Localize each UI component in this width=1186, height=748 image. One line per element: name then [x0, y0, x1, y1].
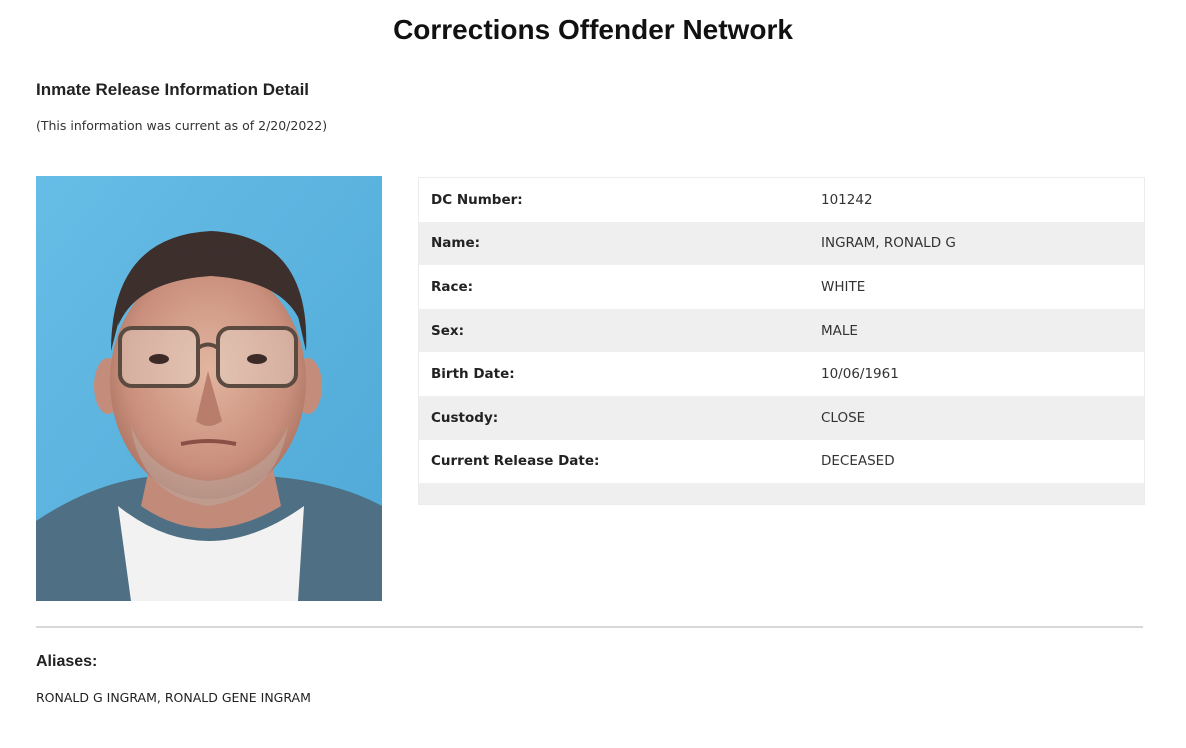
- detail-value: 101242: [821, 191, 873, 208]
- currency-note: (This information was current as of 2/20…: [36, 118, 328, 133]
- inmate-detail-table: DC Number: 101242 Name: INGRAM, RONALD G…: [418, 177, 1145, 506]
- detail-value: MALE: [821, 322, 858, 339]
- detail-value: 10/06/1961: [821, 366, 899, 383]
- detail-value: INGRAM, RONALD G: [821, 235, 956, 252]
- page-title: Corrections Offender Network: [393, 14, 793, 45]
- table-footer: [419, 483, 1144, 505]
- detail-row-dc-number: DC Number: 101242: [419, 178, 1144, 222]
- detail-label: Custody:: [431, 409, 499, 426]
- aliases-heading: Aliases:: [36, 653, 98, 670]
- detail-value: DECEASED: [821, 453, 895, 470]
- detail-label: Name:: [431, 235, 481, 252]
- aliases-list: RONALD G INGRAM, RONALD GENE INGRAM: [36, 690, 311, 705]
- detail-row-release-date: Current Release Date: DECEASED: [419, 439, 1144, 484]
- detail-label: DC Number:: [431, 191, 523, 208]
- section-divider: [36, 626, 1143, 628]
- detail-value: WHITE: [821, 278, 866, 295]
- detail-row-custody: Custody: CLOSE: [419, 395, 1144, 440]
- detail-label: Race:: [431, 278, 474, 295]
- detail-label: Sex:: [431, 322, 464, 339]
- detail-value: CLOSE: [821, 409, 866, 426]
- detail-label: Birth Date:: [431, 366, 515, 383]
- inmate-photo: [36, 176, 382, 601]
- detail-row-race: Race: WHITE: [419, 265, 1144, 309]
- detail-label: Current Release Date:: [431, 453, 600, 470]
- detail-row-name: Name: INGRAM, RONALD G: [419, 221, 1144, 266]
- detail-row-sex: Sex: MALE: [419, 308, 1144, 353]
- detail-row-birth-date: Birth Date: 10/06/1961: [419, 352, 1144, 396]
- section-heading: Inmate Release Information Detail: [36, 80, 310, 99]
